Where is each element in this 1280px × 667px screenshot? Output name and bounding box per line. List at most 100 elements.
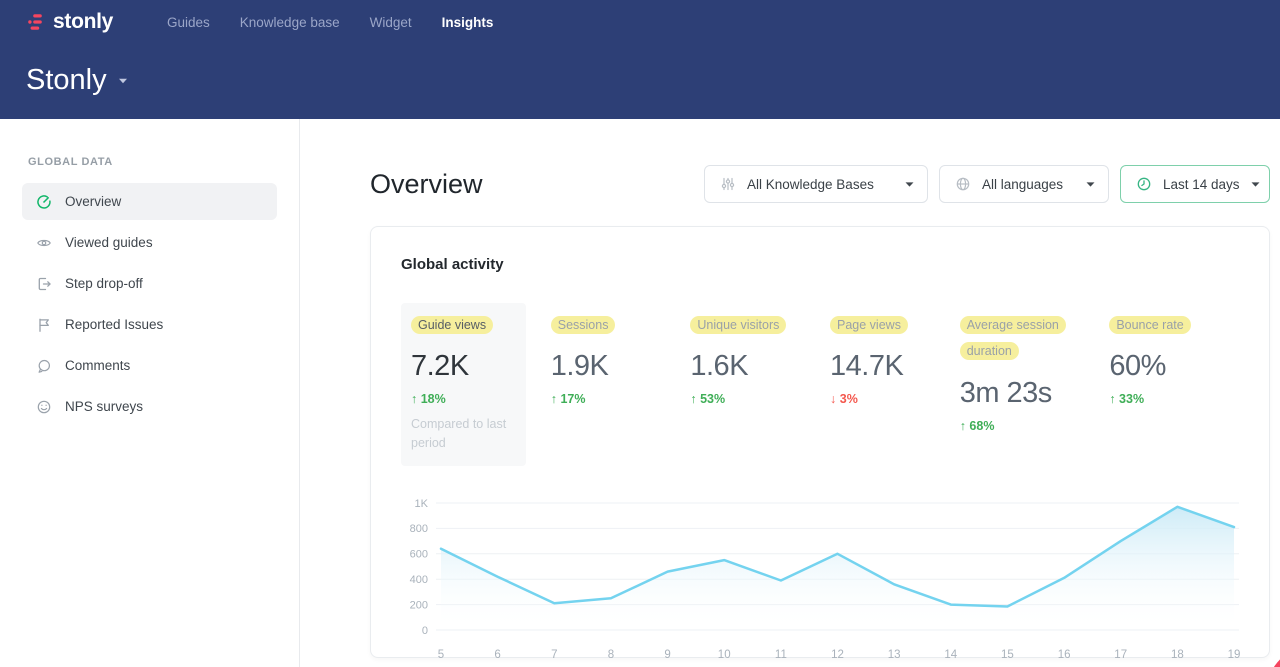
metric-value: 1.6K bbox=[690, 350, 830, 383]
sidebar-item-overview[interactable]: Overview bbox=[22, 183, 277, 220]
top-header: stonly Guides Knowledge base Widget Insight… bbox=[0, 0, 1280, 119]
arrow-up-icon: ↑ bbox=[690, 392, 696, 406]
smiley-icon bbox=[36, 399, 52, 415]
metric-label-wrap: Guide views bbox=[411, 312, 516, 338]
svg-text:10: 10 bbox=[718, 649, 731, 661]
clock-icon bbox=[1136, 176, 1152, 192]
metric-label-wrap: Bounce rate bbox=[1109, 312, 1221, 338]
arrow-down-icon: ↓ bbox=[830, 392, 836, 406]
metric-label-wrap: Average session duration bbox=[960, 312, 1072, 365]
metric-delta-value: 68% bbox=[969, 419, 994, 433]
metric-page-views[interactable]: Page views14.7K↓ 3% bbox=[830, 303, 960, 406]
sidebar-item-label: Comments bbox=[65, 358, 130, 373]
metric-note: Compared to last period bbox=[411, 415, 516, 451]
card-title: Global activity bbox=[401, 256, 1239, 273]
metric-label: Average session duration bbox=[960, 316, 1066, 360]
sidebar-item-label: NPS surveys bbox=[65, 399, 143, 414]
sidebar-items: Overview Viewed guides Step drop-off Report… bbox=[0, 183, 299, 425]
svg-text:800: 800 bbox=[410, 523, 428, 535]
metric-delta-value: 33% bbox=[1119, 392, 1144, 406]
sidebar-item-nps-surveys[interactable]: NPS surveys bbox=[22, 388, 277, 425]
arrow-up-icon: ↑ bbox=[960, 419, 966, 433]
global-activity-card: Global activity Guide views7.2K↑ 18%Comp… bbox=[370, 226, 1270, 658]
metric-label: Unique visitors bbox=[690, 316, 786, 334]
metric-label-wrap: Unique visitors bbox=[690, 312, 802, 338]
svg-text:15: 15 bbox=[1001, 649, 1014, 661]
metric-label-wrap: Sessions bbox=[551, 312, 663, 338]
metric-label: Page views bbox=[830, 316, 908, 334]
metric-delta-value: 18% bbox=[421, 392, 446, 406]
metric-delta: ↑ 18% bbox=[411, 392, 516, 406]
workspace-row: Stonly bbox=[26, 64, 1252, 97]
chevron-down-icon bbox=[1086, 182, 1095, 187]
metric-delta: ↑ 17% bbox=[551, 392, 691, 406]
nav-item-widget[interactable]: Widget bbox=[370, 15, 412, 30]
metric-delta: ↑ 53% bbox=[690, 392, 830, 406]
workspace-chevron-down-icon[interactable] bbox=[118, 78, 128, 84]
sidebar-item-step-drop-off[interactable]: Step drop-off bbox=[22, 265, 277, 302]
metric-bounce-rate[interactable]: Bounce rate 60% ↑ 33% bbox=[1109, 303, 1239, 406]
svg-text:200: 200 bbox=[410, 599, 428, 611]
page-title: Overview bbox=[370, 165, 483, 203]
stonly-logo[interactable]: stonly bbox=[26, 10, 141, 34]
metric-unique-visitors[interactable]: Unique visitors 1.6K ↑ 53% bbox=[690, 303, 830, 406]
metric-sessions[interactable]: Sessions 1.9K ↑ 17% bbox=[551, 303, 691, 406]
filter-bar: All Knowledge Bases All languages Last 14 … bbox=[704, 165, 1270, 203]
flag-icon bbox=[36, 317, 52, 333]
svg-text:9: 9 bbox=[664, 649, 670, 661]
svg-text:6: 6 bbox=[494, 649, 500, 661]
step-dropoff-icon bbox=[36, 276, 52, 292]
filter-label: All Knowledge Bases bbox=[747, 177, 874, 192]
svg-text:0: 0 bbox=[422, 624, 428, 636]
metric-label: Sessions bbox=[551, 316, 616, 334]
metric-value: 14.7K bbox=[830, 350, 960, 383]
globe-icon bbox=[955, 176, 971, 192]
sidebar-item-reported-issues[interactable]: Reported Issues bbox=[22, 306, 277, 343]
metric-label-wrap: Page views bbox=[830, 312, 942, 338]
filter-last-14-days[interactable]: Last 14 days bbox=[1120, 165, 1270, 203]
metric-guide-views[interactable]: Guide views7.2K↑ 18%Compared to last per… bbox=[401, 303, 526, 466]
sidebar-section-label: GLOBAL DATA bbox=[28, 156, 299, 168]
activity-chart: 02004006008001K5678910111213141516171819 bbox=[401, 486, 1239, 667]
body-row: GLOBAL DATA Overview Viewed guides Step dr… bbox=[0, 119, 1280, 667]
activity-chart-svg: 02004006008001K5678910111213141516171819 bbox=[401, 486, 1241, 667]
metric-delta-value: 53% bbox=[700, 392, 725, 406]
metric-delta-value: 17% bbox=[560, 392, 585, 406]
sidebar-item-viewed-guides[interactable]: Viewed guides bbox=[22, 224, 277, 261]
filter-label: All languages bbox=[982, 177, 1063, 192]
top-nav-row: stonly Guides Knowledge base Widget Insight… bbox=[26, 7, 1252, 37]
sliders-icon bbox=[720, 176, 736, 192]
sidebar-item-label: Overview bbox=[65, 194, 121, 209]
metric-value: 60% bbox=[1109, 350, 1239, 383]
chevron-down-icon bbox=[905, 182, 914, 187]
svg-text:7: 7 bbox=[551, 649, 557, 661]
sidebar-item-comments[interactable]: Comments bbox=[22, 347, 277, 384]
filter-all-knowledge-bases[interactable]: All Knowledge Bases bbox=[704, 165, 928, 203]
arrow-up-icon: ↑ bbox=[551, 392, 557, 406]
nav-item-insights[interactable]: Insights bbox=[442, 15, 494, 30]
workspace-title[interactable]: Stonly bbox=[26, 64, 107, 97]
metrics-row: Guide views7.2K↑ 18%Compared to last per… bbox=[401, 303, 1239, 466]
svg-text:14: 14 bbox=[944, 649, 957, 661]
main-content: Overview All Knowledge Bases All language… bbox=[300, 119, 1280, 667]
svg-text:5: 5 bbox=[438, 649, 444, 661]
metric-delta: ↑ 33% bbox=[1109, 392, 1239, 406]
svg-text:12: 12 bbox=[831, 649, 844, 661]
svg-text:16: 16 bbox=[1058, 649, 1071, 661]
svg-text:400: 400 bbox=[410, 574, 428, 586]
chevron-down-icon bbox=[1251, 182, 1260, 187]
metric-value: 1.9K bbox=[551, 350, 691, 383]
metric-value: 3m 23s bbox=[960, 377, 1110, 410]
svg-text:19: 19 bbox=[1228, 649, 1241, 661]
metric-label: Guide views bbox=[411, 316, 493, 334]
svg-text:8: 8 bbox=[608, 649, 614, 661]
metric-delta: ↑ 68% bbox=[960, 419, 1110, 433]
arrow-up-icon: ↑ bbox=[411, 392, 417, 406]
eye-icon bbox=[36, 235, 52, 251]
svg-text:13: 13 bbox=[888, 649, 901, 661]
filter-all-languages[interactable]: All languages bbox=[939, 165, 1109, 203]
nav-item-knowledge-base[interactable]: Knowledge base bbox=[240, 15, 340, 30]
nav-item-guides[interactable]: Guides bbox=[167, 15, 210, 30]
metric-average-session-duration[interactable]: Average session duration 3m 23s ↑ 68% bbox=[960, 303, 1110, 433]
filter-label: Last 14 days bbox=[1163, 177, 1240, 192]
